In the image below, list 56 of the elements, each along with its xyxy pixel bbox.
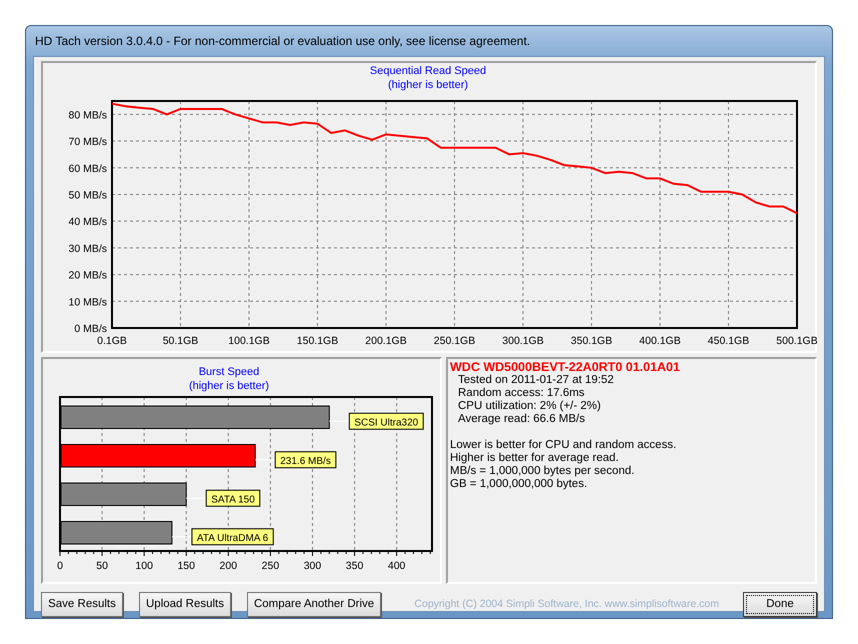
result-text: Tested on 2011-01-27 at 19:52 (457, 374, 615, 387)
chart-subtitle: (higher is better) (188, 380, 270, 392)
note-text: Lower is better for CPU and random access. (450, 439, 678, 452)
dialog-button[interactable]: Compare Another Drive (246, 592, 382, 617)
result-text: Average read: 66.6 MB/s (457, 413, 586, 426)
axis-label: 500.1GB (776, 335, 817, 347)
y-tick-label: SATA 150 (211, 494, 256, 506)
axis-label: 50 MB/s (68, 189, 107, 202)
chart-title: Sequential Read Speed (370, 65, 486, 77)
axis-label: 400 (388, 560, 406, 572)
note-text: GB = 1,000,000,000 bytes. (450, 478, 588, 491)
axis-label: 0 (57, 560, 63, 572)
axis-label: 200 (220, 560, 238, 572)
axis-label: 300.1GB (502, 335, 544, 347)
axis-label: 80 MB/s (68, 109, 107, 122)
axis-label: 0.1GB (97, 335, 127, 347)
y-tick-label: SCSI Ultra320 (354, 417, 419, 428)
note-text: MB/s = 1,000,000 bytes per second. (450, 465, 636, 478)
axis-label: 50.1GB (162, 335, 198, 347)
axis-label: 350 (346, 560, 364, 572)
result-text: CPU utilization: 2% (+/- 2%) (457, 400, 602, 413)
axis-label: 450.1GB (708, 335, 750, 347)
bar-label: SATA 150 (206, 490, 260, 507)
note-text: Higher is better for average read. (450, 452, 620, 465)
dialog-button[interactable]: Save Results (41, 592, 123, 617)
y-tick-label: ATA UltraDMA 6 (196, 532, 269, 544)
axis-label: 20 MB/s (68, 270, 107, 282)
axis-label: 100.1GB (228, 335, 270, 347)
axis-label: 350.1GB (570, 335, 612, 347)
axis-label: 10 MB/s (68, 296, 107, 308)
axis-label: 100 (135, 560, 153, 572)
window-title: HD Tach version 3.0.4.0 - For non-commercial or evaluation use only, see license agreement. (34, 33, 532, 50)
axis-label: 40 MB/s (68, 216, 107, 228)
axis-label: 60 MB/s (68, 162, 107, 175)
chart-title: Burst Speed (198, 366, 260, 378)
axis-label: 400.1GB (639, 335, 681, 347)
chart-subtitle: (higher is better) (388, 79, 468, 91)
axis-label: 250 (262, 560, 280, 572)
axis-label: 150 (177, 560, 195, 572)
axis-label: 50 (96, 560, 108, 572)
result-text: Random access: 17.6ms (457, 387, 586, 400)
axis-label: 70 MB/s (68, 136, 107, 148)
dialog-button[interactable]: Upload Results (139, 592, 231, 617)
y-tick-label: 231.6 MB/s (280, 456, 331, 467)
bar-label: 231.6 MB/s (274, 451, 336, 468)
axis-label: 150.1GB (296, 335, 338, 347)
bar-label: ATA UltraDMA 6 (191, 528, 274, 546)
axis-label: 300 (304, 560, 322, 572)
drive-name: WDC WD5000BEVT-22A0RT0 01.01A01 (450, 361, 681, 374)
axis-label: 30 MB/s (68, 242, 107, 255)
axis-label: 200.1GB (365, 335, 407, 347)
axis-label: 250.1GB (434, 335, 476, 347)
copyright-text: Copyright (C) 2004 Simpli Software, Inc. www.simplisoftware.com (414, 596, 719, 612)
bar-label: SCSI Ultra320 (348, 412, 424, 430)
dialog-button[interactable]: Done (743, 592, 817, 617)
axis-label: 0 MB/s (74, 323, 107, 335)
